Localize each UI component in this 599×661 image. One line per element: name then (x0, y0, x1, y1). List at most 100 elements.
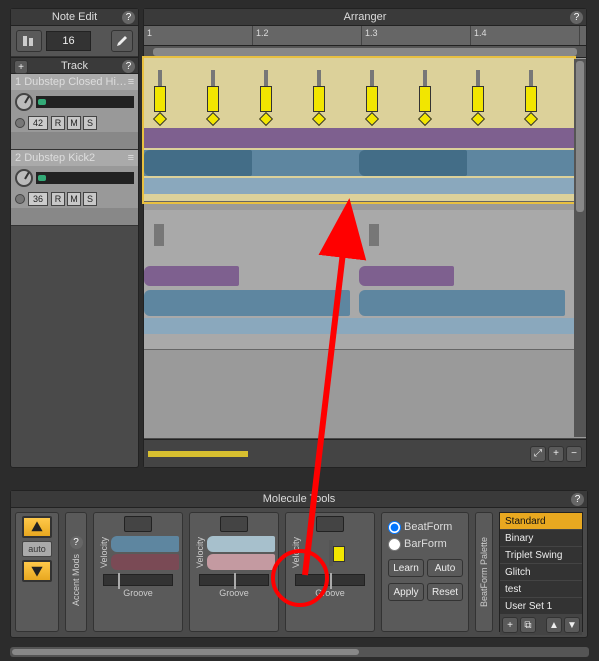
note-diamond[interactable] (312, 112, 326, 126)
velocity-label: Velocity (195, 537, 205, 568)
mol-slot-2[interactable]: Velocity Groove (189, 512, 279, 632)
reset-button[interactable]: Reset (427, 583, 463, 601)
track-title-bar[interactable]: 1 Dubstep Closed Hi-… ≡ (11, 74, 138, 90)
beatform-palette[interactable]: Standard Binary Triplet Swing Glitch tes… (499, 512, 583, 632)
accent-down-button[interactable] (22, 560, 52, 582)
apply-button[interactable]: Apply (388, 583, 424, 601)
groove-slider[interactable] (199, 574, 269, 586)
note-tool-button[interactable] (16, 30, 42, 52)
beatform-radio[interactable]: BeatForm (388, 519, 452, 536)
r-button[interactable]: R (51, 192, 65, 206)
velocity-waves[interactable] (207, 534, 275, 572)
s-button[interactable]: S (83, 116, 97, 130)
bottom-scrollbar[interactable] (10, 647, 589, 657)
record-dot[interactable] (15, 118, 25, 128)
track-lane-2[interactable] (144, 210, 574, 350)
mol-slot-1[interactable]: Velocity Groove (93, 512, 183, 632)
help-icon[interactable]: ? (571, 493, 584, 506)
vertical-scrollbar[interactable] (574, 59, 586, 437)
horizontal-scrollbar[interactable] (144, 46, 586, 58)
track-knob[interactable] (15, 93, 33, 111)
m-button[interactable]: M (67, 116, 81, 130)
groove-slider[interactable] (295, 574, 365, 586)
groove-label: Groove (123, 588, 153, 598)
auto-button[interactable]: Auto (427, 559, 463, 577)
zoom-fit-button[interactable]: ⤢ (530, 446, 546, 462)
note-edit-toolbar: 16 (11, 26, 138, 57)
scrollbar-thumb[interactable] (12, 649, 359, 655)
slot-icon[interactable] (316, 516, 344, 532)
track-number[interactable]: 42 (28, 116, 48, 130)
molecule-header: Molecule Tools ? (11, 491, 587, 508)
track-menu-icon[interactable]: ≡ (128, 76, 134, 88)
s-button[interactable]: S (83, 192, 97, 206)
zoom-in-button[interactable]: + (548, 446, 564, 462)
learn-button[interactable]: Learn (388, 559, 424, 577)
help-icon[interactable]: ? (70, 536, 83, 549)
note[interactable] (369, 224, 379, 246)
note-diamond[interactable] (206, 112, 220, 126)
help-icon[interactable]: ? (122, 11, 135, 24)
time-ruler[interactable]: 1 1.2 1.3 1.4 (144, 26, 586, 46)
note[interactable] (366, 86, 378, 112)
scrollbar-thumb[interactable] (153, 48, 577, 56)
scrollbar-thumb[interactable] (576, 61, 584, 212)
palette-down-button[interactable]: ▼ (564, 617, 580, 633)
track-row[interactable]: 2 Dubstep Kick2 ≡ 36 R M S (11, 150, 138, 226)
barform-radio[interactable]: BarForm (388, 536, 452, 553)
note-diamond[interactable] (418, 112, 432, 126)
track-menu-icon[interactable]: ≡ (128, 152, 134, 164)
velocity-waves[interactable] (303, 534, 371, 572)
playhead-overview[interactable] (148, 451, 248, 457)
mol-slot-3[interactable]: Velocity Groove (285, 512, 375, 632)
track-knob[interactable] (15, 169, 33, 187)
record-dot[interactable] (15, 194, 25, 204)
track-title-bar[interactable]: 2 Dubstep Kick2 ≡ (11, 150, 138, 166)
palette-copy-button[interactable]: ⧉ (520, 617, 536, 633)
slot-icon[interactable] (124, 516, 152, 532)
note[interactable] (260, 86, 272, 112)
palette-up-button[interactable]: ▲ (546, 617, 562, 633)
track-number[interactable]: 36 (28, 192, 48, 206)
arrow-down-icon (30, 564, 44, 578)
note-diamond[interactable] (471, 112, 485, 126)
palette-item[interactable]: Standard (500, 513, 582, 530)
palette-item[interactable]: Binary (500, 530, 582, 547)
velocity-waves[interactable] (111, 534, 179, 572)
note-value-field[interactable]: 16 (46, 31, 91, 51)
note[interactable] (313, 86, 325, 112)
accent-up-button[interactable] (22, 516, 52, 538)
note-diamond[interactable] (153, 112, 167, 126)
palette-add-button[interactable]: + (502, 617, 518, 633)
note[interactable] (154, 224, 164, 246)
note[interactable] (472, 86, 484, 112)
pencil-button[interactable] (111, 30, 133, 52)
r-button[interactable]: R (51, 116, 65, 130)
arranger-body[interactable] (144, 58, 586, 438)
track-lane-1[interactable] (144, 58, 574, 202)
add-track-button[interactable]: + (14, 60, 28, 74)
palette-item[interactable]: Triplet Swing (500, 547, 582, 564)
auto-toggle[interactable]: auto (22, 541, 52, 557)
track-row[interactable]: 1 Dubstep Closed Hi-… ≡ 42 R M S (11, 74, 138, 150)
help-icon[interactable]: ? (570, 11, 583, 24)
m-button[interactable]: M (67, 192, 81, 206)
note[interactable] (207, 86, 219, 112)
help-icon[interactable]: ? (122, 60, 135, 73)
note[interactable] (419, 86, 431, 112)
palette-item[interactable]: Glitch (500, 564, 582, 581)
zoom-out-button[interactable]: − (566, 446, 582, 462)
note-diamond[interactable] (524, 112, 538, 126)
note[interactable] (525, 86, 537, 112)
blue-strip (144, 290, 574, 316)
groove-slider[interactable] (103, 574, 173, 586)
ruler-mark: 1.3 (362, 26, 471, 45)
slot-icon[interactable] (220, 516, 248, 532)
palette-item[interactable]: test (500, 581, 582, 598)
note-edit-header: Note Edit ? (11, 9, 138, 26)
accent-mods-label-col: ? Accent Mods (65, 512, 87, 632)
note[interactable] (154, 86, 166, 112)
note-diamond[interactable] (365, 112, 379, 126)
note-diamond[interactable] (259, 112, 273, 126)
palette-item[interactable]: User Set 1 (500, 598, 582, 615)
